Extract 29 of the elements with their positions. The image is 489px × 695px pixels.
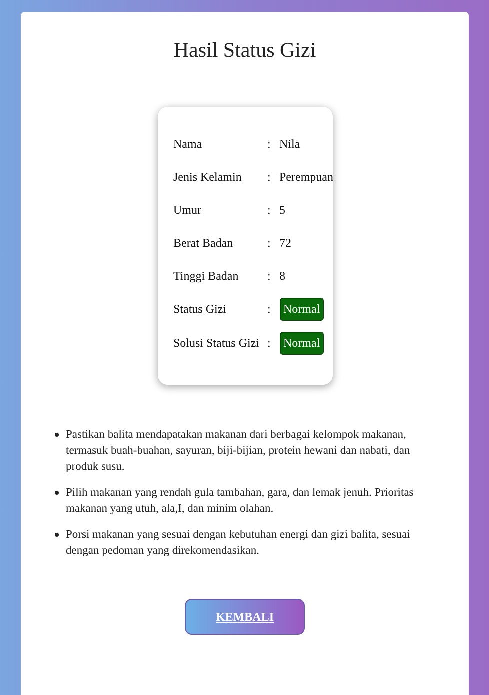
field-value: Perempuan [280, 170, 334, 184]
field-value: 72 [280, 236, 292, 250]
back-button[interactable]: KEMBALI [185, 599, 305, 635]
recommendation-text: Pilih makanan yang rendah gula tambahan, gara, dan lemak jenuh. Prioritas makanan yang utuh, ala,I, dan minim olahan. [66, 486, 415, 517]
field-label: Nama [174, 136, 204, 152]
field-value: 5 [280, 202, 286, 218]
field-value: 8 [280, 268, 286, 284]
field-label: Jenis Kelamin [174, 170, 243, 184]
field-label: Status Gizi [174, 302, 228, 317]
colon: : [268, 170, 272, 184]
status-badge: Normal [280, 332, 324, 355]
bullet-icon [55, 533, 59, 537]
colon: : [268, 302, 272, 317]
field-label: Berat Badan [174, 236, 234, 250]
bullet-icon [55, 433, 59, 437]
recommendation-text: Pastikan balita mendapatakan makanan dari berbagai kelompok makanan, termasuk buah-buahan, sayuran, biji-bijian, protein hewani dan nabati, dan produk susu. [66, 428, 412, 475]
status-badge: Normal [280, 298, 324, 321]
colon: : [268, 336, 272, 351]
page-title: Hasil Status Gizi [172, 38, 318, 63]
colon: : [268, 202, 272, 218]
field-label: Umur [174, 202, 202, 218]
field-label: Solusi Status Gizi [174, 336, 261, 351]
colon: : [268, 268, 272, 284]
colon: : [268, 236, 272, 250]
bullet-icon [55, 491, 59, 495]
colon: : [268, 136, 272, 152]
field-value: Nila [280, 136, 300, 152]
recommendation-text: Porsi makanan yang sesuai dengan kebutuhan energi dan gizi balita, sesuai dengan pedoman yang direkomendasikan. [66, 528, 412, 559]
field-label: Tinggi Badan [174, 268, 240, 284]
